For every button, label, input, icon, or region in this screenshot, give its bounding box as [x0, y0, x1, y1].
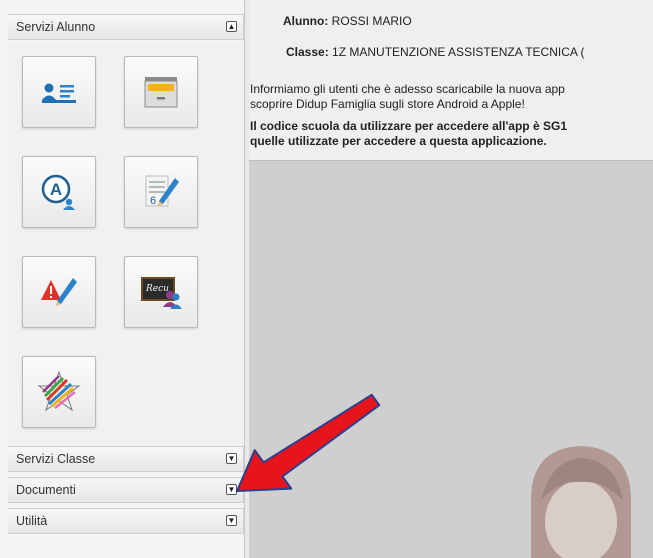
student-card-icon [42, 83, 76, 103]
expand-toggle-icon[interactable]: ▼ [226, 453, 237, 464]
section-header-utilita[interactable]: Utilità ▼ [8, 508, 244, 534]
section-header-servizi-alunno[interactable]: Servizi Alunno ▲ [8, 14, 244, 40]
class-row: Classe: 1Z MANUTENZIONE ASSISTENZA TECNI… [286, 45, 585, 59]
tile-grades[interactable]: 6 [124, 156, 198, 228]
expand-toggle-icon[interactable]: ▼ [226, 484, 237, 495]
student-name: ROSSI MARIO [331, 14, 412, 28]
main-content: Alunno: ROSSI MARIO Classe: 1Z MANUTENZI… [249, 0, 653, 558]
student-label: Alunno: [283, 14, 329, 28]
grades-notebook-icon: 6 [145, 175, 179, 207]
tile-absences[interactable]: A [22, 156, 96, 228]
tile-student-card[interactable] [22, 56, 96, 128]
class-label: Classe: [286, 45, 329, 59]
notice-line-2: scoprire Didup Famiglia sugli store Andr… [250, 97, 525, 111]
recovery-blackboard-icon: Recu [141, 277, 182, 309]
tile-colorful-star[interactable] [22, 356, 96, 428]
class-name: 1Z MANUTENZIONE ASSISTENZA TECNICA ( [332, 45, 585, 59]
servizi-alunno-panel: A 6 Recu [8, 42, 244, 446]
colorful-star-icon [37, 370, 81, 412]
user-avatar-icon [531, 446, 631, 558]
section-title: Documenti [16, 483, 76, 497]
collapse-toggle-icon[interactable]: ▲ [226, 21, 237, 32]
tile-archive[interactable] [124, 56, 198, 128]
section-header-servizi-classe[interactable]: Servizi Classe ▼ [8, 446, 244, 472]
student-row: Alunno: ROSSI MARIO [283, 14, 412, 28]
notice-line-3: Il codice scuola da utilizzare per acced… [250, 119, 567, 133]
tile-notes[interactable] [22, 256, 96, 328]
absences-icon: A [41, 174, 75, 210]
notice-line-4: quelle utilizzate per accedere a questa … [250, 134, 547, 148]
left-sidebar: Servizi Alunno ▲ A 6 Recu Servizi Classe… [0, 0, 245, 558]
section-title: Servizi Alunno [16, 20, 96, 34]
section-header-documenti[interactable]: Documenti ▼ [8, 477, 244, 503]
notes-warning-icon [41, 278, 77, 306]
svg-text:Recu: Recu [145, 284, 169, 294]
svg-text:A: A [50, 180, 62, 199]
expand-toggle-icon[interactable]: ▼ [226, 515, 237, 526]
archive-drawer-icon [144, 77, 178, 108]
section-title: Utilità [16, 514, 48, 528]
notice-line-1: Informiamo gli utenti che è adesso scari… [250, 82, 565, 96]
student-info-panel: Alunno: ROSSI MARIO Classe: 1Z MANUTENZI… [249, 0, 653, 161]
tile-recovery[interactable]: Recu [124, 256, 198, 328]
svg-text:6: 6 [150, 195, 156, 207]
section-title: Servizi Classe [16, 452, 96, 466]
